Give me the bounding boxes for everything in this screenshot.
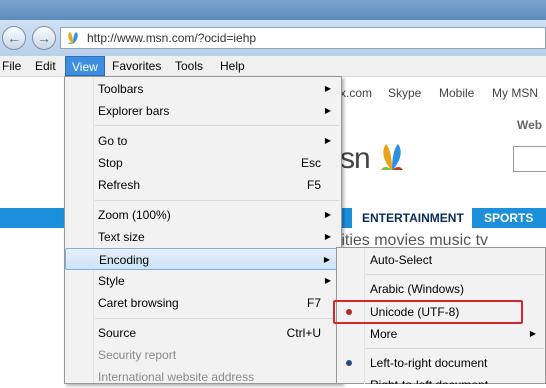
msn-logo: sn bbox=[340, 140, 407, 176]
nav-link-my-msn[interactable]: My MSN bbox=[492, 86, 538, 100]
menu-separator bbox=[366, 274, 544, 275]
menu-item-label: Source bbox=[98, 326, 137, 340]
menu-separator bbox=[95, 318, 339, 319]
menu-item-label: Caret browsing bbox=[98, 296, 179, 310]
menu-item-go-to[interactable]: Go to ▶ bbox=[65, 130, 341, 152]
encoding-item-more[interactable]: More ▶ bbox=[337, 323, 546, 345]
encoding-item-right-to-left[interactable]: Right-to-left document bbox=[337, 374, 546, 384]
menu-item-label: Refresh bbox=[98, 178, 141, 192]
menu-item-label: Security report bbox=[98, 348, 177, 362]
back-arrow-icon: ← bbox=[7, 30, 21, 46]
encoding-item-left-to-right[interactable]: Left-to-right document bbox=[337, 352, 546, 374]
menu-item-label: Text size bbox=[98, 230, 145, 244]
tab-sports[interactable]: SPORTS bbox=[476, 208, 546, 228]
menu-item-label: Right-to-left document bbox=[370, 374, 488, 384]
menu-item-label: Explorer bars bbox=[98, 104, 170, 118]
menu-item-label: Left-to-right document bbox=[370, 356, 488, 370]
submenu-arrow-icon: ▶ bbox=[529, 329, 536, 338]
menu-item-label: Stop bbox=[98, 156, 123, 170]
menu-favorites[interactable]: Favorites bbox=[106, 56, 167, 76]
menu-item-stop[interactable]: Stop Esc bbox=[65, 152, 341, 174]
msn-butterfly-logo-icon bbox=[381, 144, 404, 170]
encoding-item-arabic-windows[interactable]: Arabic (Windows) bbox=[337, 278, 546, 300]
menu-separator bbox=[95, 200, 339, 201]
menu-item-caret-browsing[interactable]: Caret browsing F7 bbox=[65, 292, 341, 314]
menu-item-shortcut: F7 bbox=[306, 296, 321, 310]
nav-link-outlook[interactable]: x.com bbox=[340, 86, 372, 100]
menu-item-shortcut: Ctrl+U bbox=[286, 326, 321, 340]
msn-logo-text: sn bbox=[340, 142, 371, 175]
forward-button[interactable]: → bbox=[32, 26, 56, 50]
menu-view[interactable]: View bbox=[65, 56, 105, 76]
submenu-arrow-icon: ▶ bbox=[324, 276, 331, 285]
menu-item-label: Go to bbox=[98, 134, 128, 148]
radio-bullet-icon bbox=[346, 360, 352, 366]
tab-entertainment[interactable]: ENTERTAINMENT bbox=[352, 208, 472, 228]
submenu-arrow-icon: ▶ bbox=[324, 136, 331, 145]
msn-butterfly-icon bbox=[66, 30, 80, 46]
menu-file[interactable]: File bbox=[0, 56, 27, 76]
menu-item-toolbars[interactable]: Toolbars ▶ bbox=[65, 78, 341, 100]
submenu-arrow-icon: ▶ bbox=[324, 84, 331, 93]
menu-item-explorer-bars[interactable]: Explorer bars ▶ bbox=[65, 100, 341, 122]
menu-separator bbox=[95, 125, 339, 126]
submenu-arrow-icon: ▶ bbox=[324, 232, 331, 241]
submenu-arrow-icon: ▶ bbox=[323, 255, 330, 264]
menu-item-label: Zoom (100%) bbox=[98, 208, 171, 222]
encoding-item-auto-select[interactable]: Auto-Select bbox=[337, 249, 546, 271]
menu-item-style[interactable]: Style ▶ bbox=[65, 270, 341, 292]
nav-link-mobile[interactable]: Mobile bbox=[439, 86, 474, 100]
menu-item-label: Auto-Select bbox=[370, 253, 433, 267]
menu-item-zoom[interactable]: Zoom (100%) ▶ bbox=[65, 204, 341, 226]
title-bar bbox=[0, 0, 546, 20]
menu-item-security-report: Security report bbox=[65, 344, 341, 366]
menu-item-label: Style bbox=[98, 274, 125, 288]
menu-item-source[interactable]: Source Ctrl+U bbox=[65, 322, 341, 344]
menu-tools[interactable]: Tools bbox=[169, 56, 209, 76]
menu-edit[interactable]: Edit bbox=[29, 56, 62, 76]
menu-item-shortcut: Esc bbox=[300, 156, 321, 170]
submenu-arrow-icon: ▶ bbox=[324, 210, 331, 219]
menu-item-international-website-address: International website address bbox=[65, 366, 341, 388]
menu-help[interactable]: Help bbox=[214, 56, 251, 76]
address-text: http://www.msn.com/?ocid=iehp bbox=[87, 31, 257, 45]
menu-item-label: Toolbars bbox=[98, 82, 144, 96]
search-input[interactable] bbox=[513, 146, 546, 172]
menu-item-label: International website address bbox=[98, 370, 255, 384]
menu-item-shortcut: F5 bbox=[306, 178, 321, 192]
menu-item-label: Arabic (Windows) bbox=[370, 282, 465, 296]
web-search-label: Web bbox=[517, 118, 543, 132]
menu-item-label: Encoding bbox=[99, 253, 150, 267]
menu-item-refresh[interactable]: Refresh F5 bbox=[65, 174, 341, 196]
menu-separator bbox=[366, 348, 544, 349]
menu-item-text-size[interactable]: Text size ▶ bbox=[65, 226, 341, 248]
submenu-arrow-icon: ▶ bbox=[324, 106, 331, 115]
nav-link-skype[interactable]: Skype bbox=[388, 86, 421, 100]
highlight-outline bbox=[333, 300, 523, 324]
menu-item-encoding[interactable]: Encoding ▶ bbox=[65, 248, 341, 270]
forward-arrow-icon: → bbox=[37, 30, 51, 46]
back-button[interactable]: ← bbox=[2, 26, 26, 50]
menu-item-label: More bbox=[370, 327, 398, 341]
